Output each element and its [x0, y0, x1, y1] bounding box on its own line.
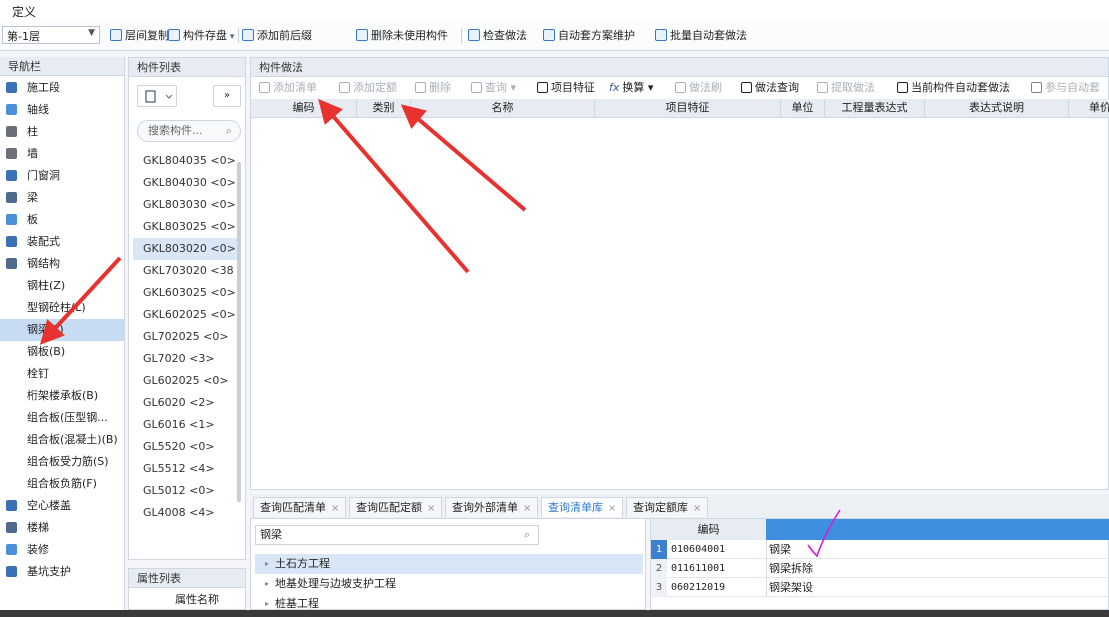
arrow-to-steel-beam [39, 256, 122, 345]
app-window: 定义 第-1层 ▼ 层间复制 构件存盘 ▾ 添加前后缀 删除未使用构件 检查做法… [0, 0, 1109, 610]
arrow-to-add-quota [400, 104, 527, 212]
annotation-overlay [39, 98, 841, 558]
check-mark [807, 509, 841, 558]
arrow-to-add-bill [318, 98, 470, 274]
